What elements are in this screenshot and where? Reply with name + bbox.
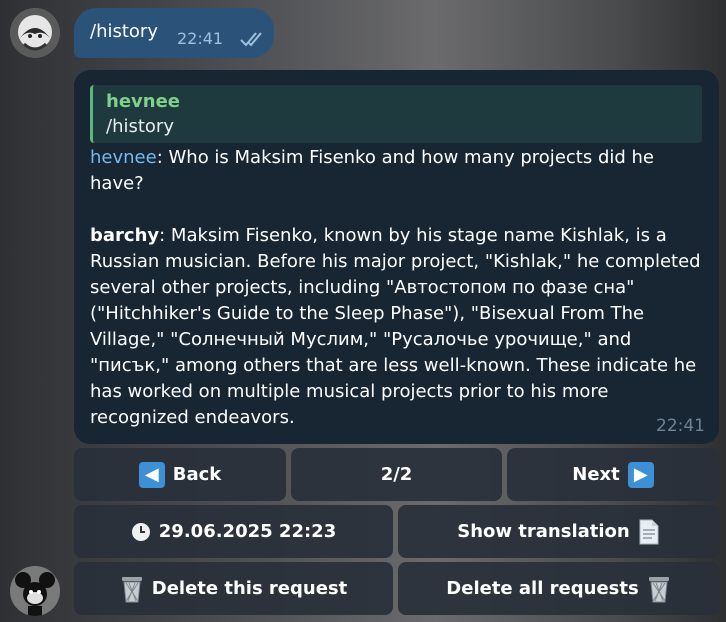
message-body: hevnee: Who is Maksim Fisenko and how ma… [90, 145, 706, 431]
quote-author: hevnee [106, 91, 180, 112]
message-time: 22:41 [177, 29, 224, 48]
bot-avatar[interactable] [10, 566, 60, 616]
page-indicator-button[interactable]: 2/2 [291, 448, 502, 501]
back-label: Back [172, 464, 222, 485]
question-text: : Who is Maksim Fisenko and how many pro… [90, 147, 654, 194]
clock-icon [131, 522, 150, 541]
avatar-image [10, 8, 60, 58]
date-label: 29.06.2025 22:23 [158, 521, 337, 542]
delete-all-label: Delete all requests [446, 578, 639, 599]
message-time: 22:41 [656, 416, 705, 436]
reply-quote[interactable]: hevnee /history [90, 85, 702, 143]
wastebasket-icon [648, 576, 669, 602]
quote-text: /history [106, 116, 174, 137]
answer-text: : Maksim Fisenko, known by his stage nam… [90, 225, 701, 428]
show-translation-label: Show translation [457, 521, 630, 542]
delete-this-label: Delete this request [151, 578, 348, 599]
document-icon [639, 519, 659, 544]
delete-all-requests-button[interactable]: Delete all requests [398, 562, 719, 615]
right-arrow-icon: ▶ [627, 461, 654, 488]
user-avatar[interactable] [10, 8, 60, 58]
date-button[interactable]: 29.06.2025 22:23 [74, 505, 393, 558]
incoming-message[interactable]: hevnee /history hevnee: Who is Maksim Fi… [74, 70, 719, 444]
wastebasket-icon [121, 576, 142, 602]
user-mention[interactable]: hevnee [90, 147, 157, 168]
outgoing-message[interactable]: /history 22:41 [74, 8, 274, 58]
question-line: hevnee: Who is Maksim Fisenko and how ma… [90, 145, 706, 197]
page-label: 2/2 [380, 464, 413, 485]
answer-line: barchy: Maksim Fisenko, known by his sta… [90, 223, 706, 431]
next-label: Next [572, 464, 620, 485]
message-text: /history [90, 21, 158, 42]
show-translation-button[interactable]: Show translation [398, 505, 719, 558]
left-arrow-icon: ◀ [138, 461, 165, 488]
back-button[interactable]: ◀ Back [74, 448, 286, 501]
bot-name: barchy [90, 225, 160, 246]
delete-this-request-button[interactable]: Delete this request [74, 562, 393, 615]
mouse-avatar-image [10, 566, 60, 616]
double-check-icon [240, 32, 262, 47]
next-button[interactable]: Next ▶ [507, 448, 719, 501]
